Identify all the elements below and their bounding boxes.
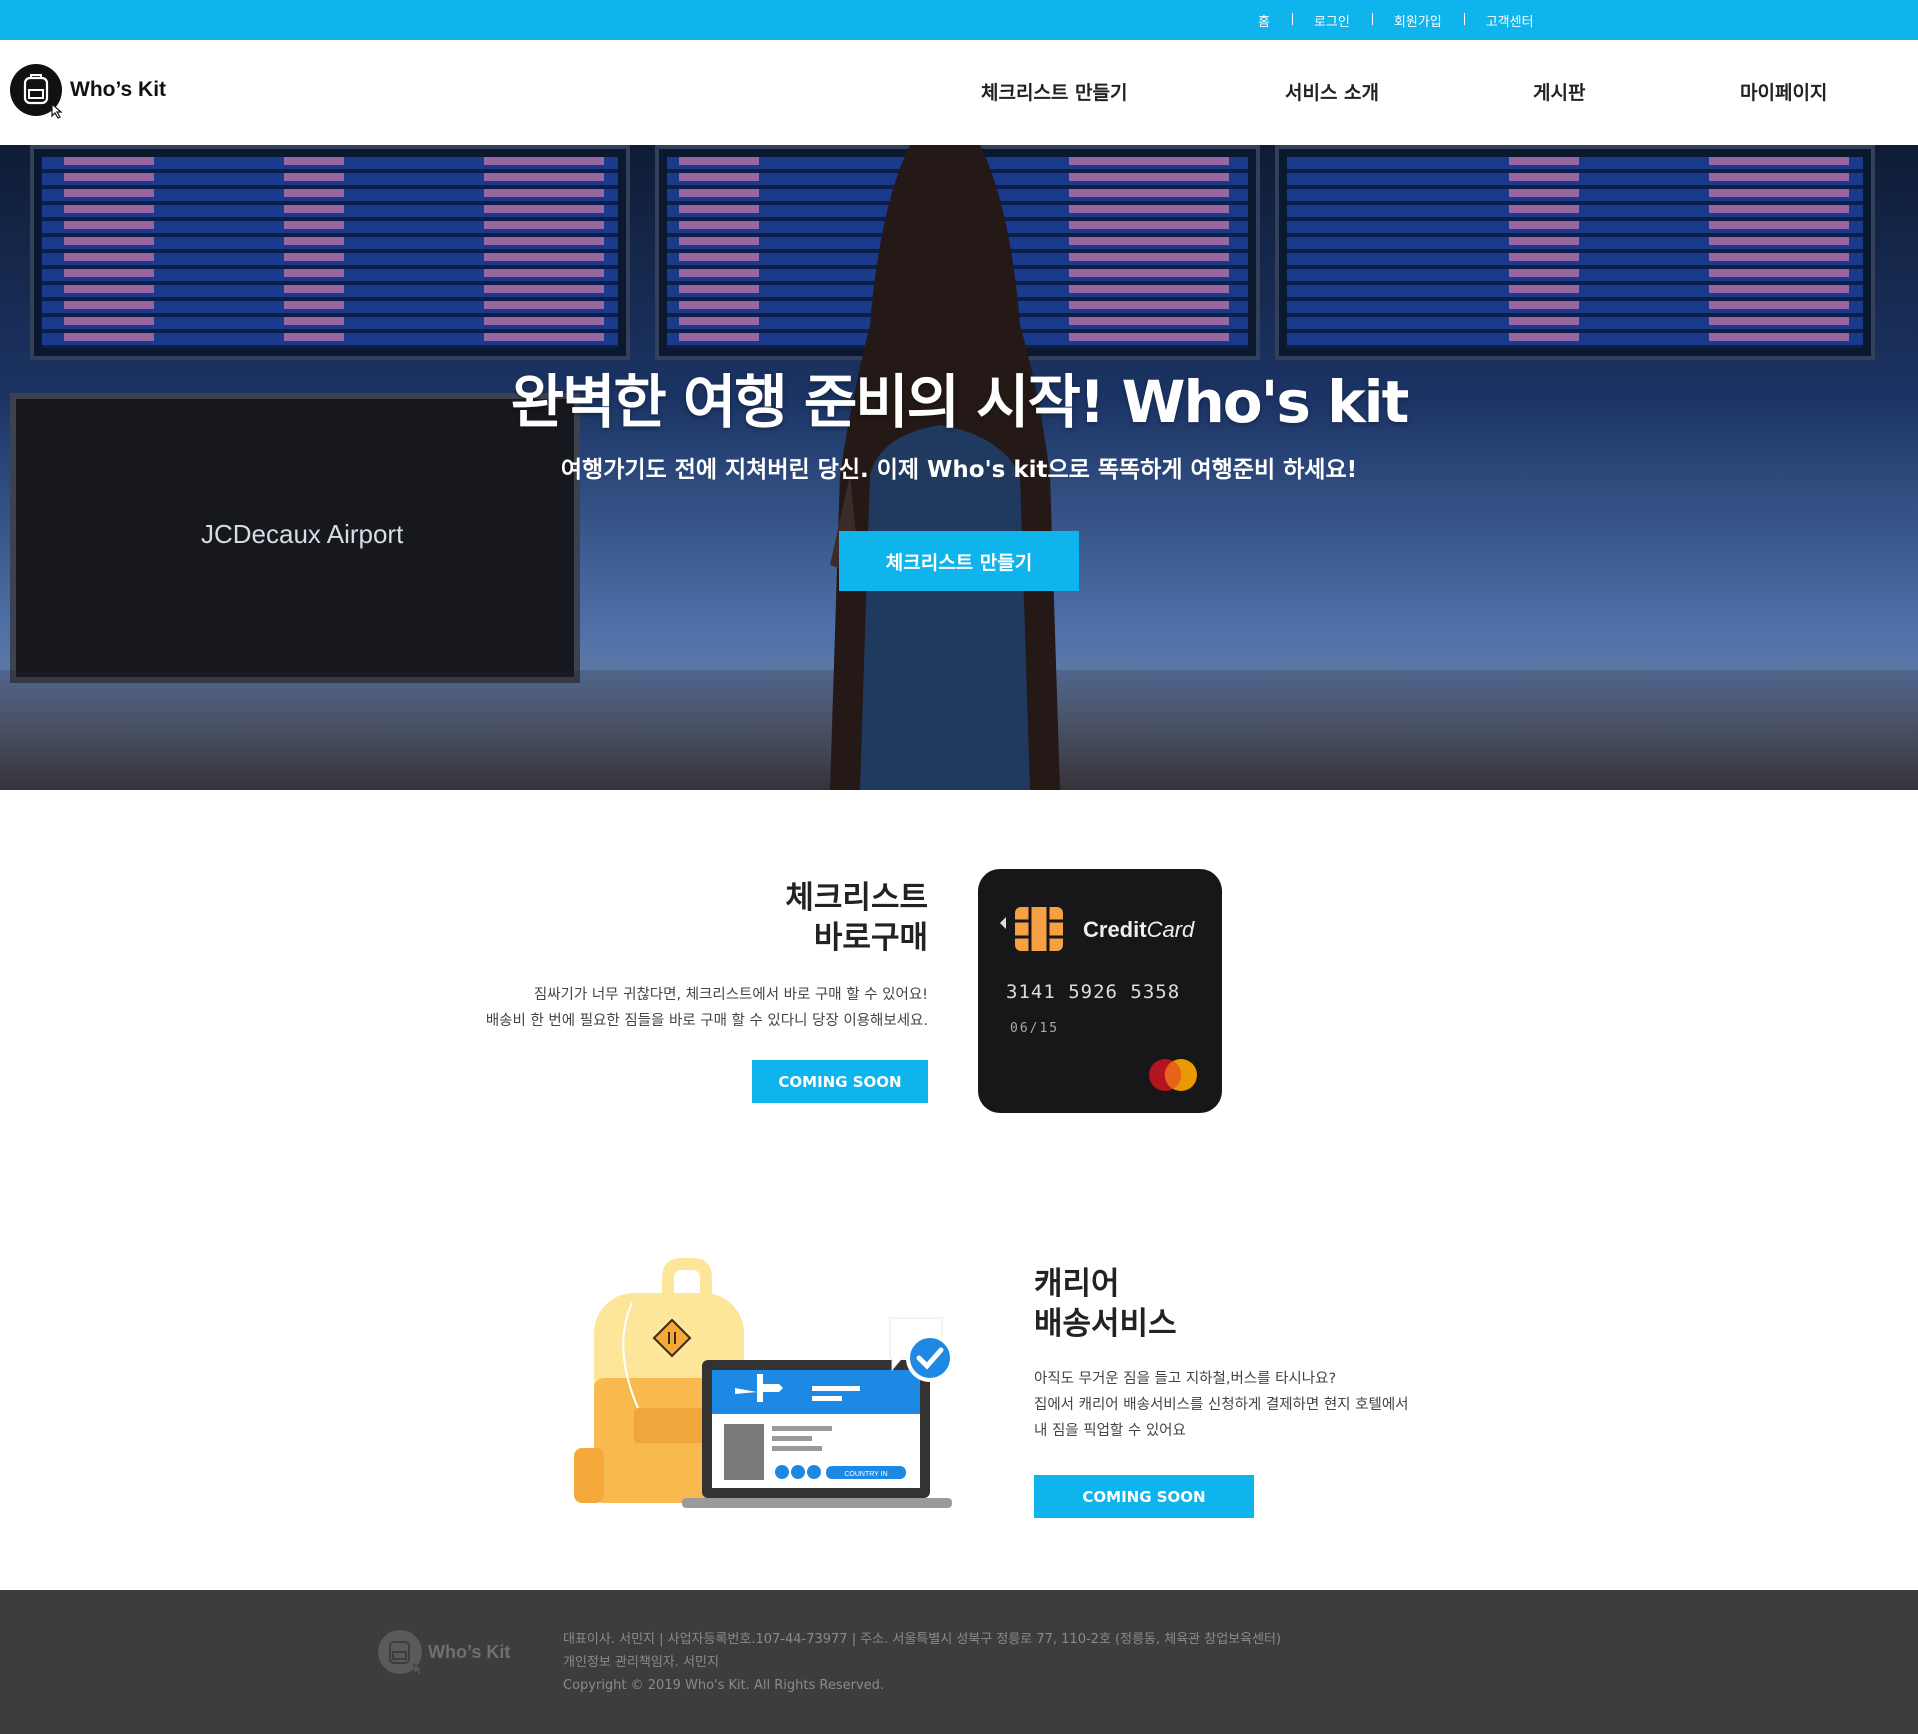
site-logo[interactable]: Who’s Kit xyxy=(10,64,167,119)
carrier-desc-line3: 내 짐을 픽업할 수 있어요 xyxy=(1034,1423,1186,1439)
carrier-coming-soon-button[interactable]: COMING SOON xyxy=(1034,1475,1254,1518)
carrier-feature-title: 캐리어 배송서비스 xyxy=(1034,1264,1177,1344)
nav-item-board[interactable]: 게시판 xyxy=(1533,78,1585,105)
card-brand-light: Card xyxy=(1146,917,1195,942)
nav-item-make-checklist[interactable]: 체크리스트 만들기 xyxy=(981,78,1127,105)
carrier-desc-line1: 아직도 무거운 짐을 들고 지하철,버스를 타시나요? xyxy=(1034,1371,1337,1387)
checklist-desc-line1: 짐싸기가 너무 귀찮다면, 체크리스트에서 바로 구매 할 수 있어요! xyxy=(533,987,928,1003)
nav-item-service-intro[interactable]: 서비스 소개 xyxy=(1285,78,1379,105)
card-number: 3141 5926 5358 xyxy=(1006,981,1181,1003)
departure-board-left xyxy=(30,145,630,360)
footer-logo[interactable]: Who’s Kit xyxy=(378,1630,511,1676)
card-expiry: 06/15 xyxy=(1010,1021,1060,1036)
page: 홈 로그인 회원가입 고객센터 Who’s Kit 체크리스트 만들기 서비스 … xyxy=(0,0,1918,1734)
airport-screen-text: JCDecaux Airport xyxy=(201,519,404,549)
credit-card-illustration: CreditCard 3141 5926 5358 06/15 xyxy=(978,869,1222,1113)
footer-line-company: 대표이사. 서민지 | 사업자등록번호.107-44-73977 | 주소. 서… xyxy=(563,1632,1282,1647)
logo-text: Who’s Kit xyxy=(70,78,167,101)
hero-title: 완벽한 여행 준비의 시작! Who's kit xyxy=(510,368,1410,436)
carrier-desc-line2: 집에서 캐리어 배송서비스를 신청하게 결제하면 현지 호텔에서 xyxy=(1034,1397,1409,1413)
backpack-laptop-illustration: COUNTRY IN xyxy=(574,1258,954,1508)
footer-line-copyright: Copyright © 2019 Who's Kit. All Rights R… xyxy=(563,1678,885,1693)
hero-subtitle: 여행가기도 전에 지쳐버린 당신. 이제 Who's kit으로 똑똑하게 여행… xyxy=(560,457,1358,483)
checklist-desc-line2: 배송비 한 번에 필요한 짐들을 바로 구매 할 수 있다니 당장 이용해보세요… xyxy=(485,1013,928,1029)
util-link-support[interactable]: 고객센터 xyxy=(1463,11,1556,30)
backpack-icon xyxy=(10,64,63,119)
nav-item-mypage[interactable]: 마이페이지 xyxy=(1740,78,1827,105)
carrier-title-line2: 배송서비스 xyxy=(1034,1306,1177,1342)
hero-make-checklist-button[interactable]: 체크리스트 만들기 xyxy=(839,531,1079,591)
utility-nav: 홈 로그인 회원가입 고객센터 xyxy=(1236,0,1556,40)
checklist-feature-title: 체크리스트 바로구매 xyxy=(785,878,928,958)
hero-banner: JCDecaux Airport 완벽한 여행 준비의 시작! Who's ki… xyxy=(0,145,1918,790)
checklist-title-line1: 체크리스트 xyxy=(785,880,928,916)
checklist-coming-soon-button[interactable]: COMING SOON xyxy=(752,1060,928,1103)
departure-board-right xyxy=(1275,145,1875,360)
footer-logo-text: Who’s Kit xyxy=(428,1641,511,1662)
site-header: Who’s Kit 체크리스트 만들기 서비스 소개 게시판 마이페이지 xyxy=(0,40,1918,145)
footer-company-info: 대표이사. 서민지 | 사업자등록번호.107-44-73977 | 주소. 서… xyxy=(563,1628,1281,1697)
util-link-home[interactable]: 홈 xyxy=(1236,11,1292,30)
site-footer: Who’s Kit 대표이사. 서민지 | 사업자등록번호.107-44-739… xyxy=(0,1590,1918,1734)
checklist-feature-description: 짐싸기가 너무 귀찮다면, 체크리스트에서 바로 구매 할 수 있어요! 배송비… xyxy=(486,982,928,1034)
util-link-signup[interactable]: 회원가입 xyxy=(1371,11,1464,30)
top-utility-bar: 홈 로그인 회원가입 고객센터 xyxy=(0,0,1918,40)
card-brand-bold: Credit xyxy=(1083,917,1147,942)
illus-badge-text: COUNTRY IN xyxy=(844,1471,887,1478)
footer-line-privacy: 개인정보 관리책임자. 서민지 xyxy=(563,1655,719,1670)
util-link-login[interactable]: 로그인 xyxy=(1291,11,1372,30)
carrier-title-line1: 캐리어 xyxy=(1034,1266,1120,1302)
footer-backpack-icon xyxy=(378,1630,424,1676)
card-brand: CreditCard xyxy=(1083,917,1194,943)
checklist-title-line2: 바로구매 xyxy=(813,920,928,956)
carrier-feature-description: 아직도 무거운 짐을 들고 지하철,버스를 타시나요? 집에서 캐리어 배송서비… xyxy=(1034,1366,1409,1444)
